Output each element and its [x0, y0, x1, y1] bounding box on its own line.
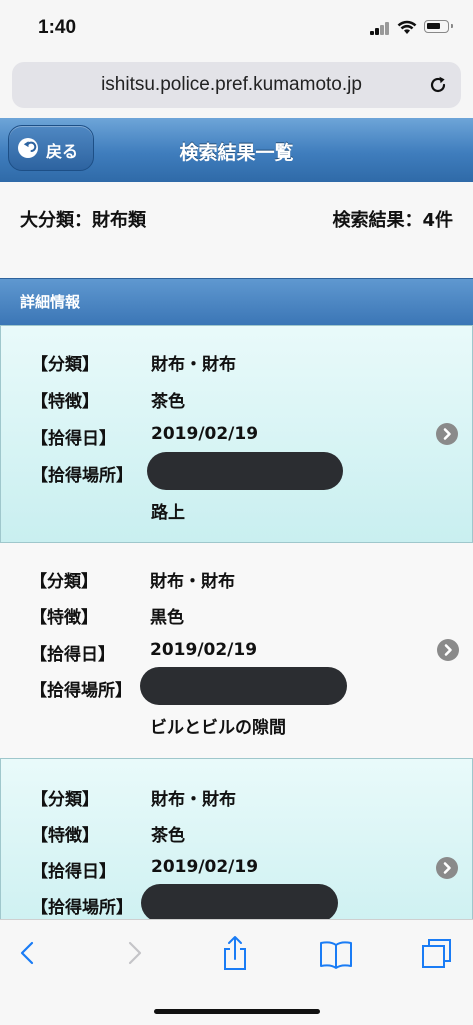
battery-icon — [424, 20, 453, 33]
reload-icon[interactable] — [427, 74, 449, 96]
page-title: 検索結果一覧 — [179, 142, 294, 164]
bookmarks-icon[interactable] — [319, 935, 353, 971]
redacted-location — [140, 667, 347, 705]
class-key: 【分類】 — [30, 572, 98, 592]
browser-address-area: ishitsu.police.pref.kumamoto.jp — [0, 58, 473, 119]
class-key: 【分類】 — [31, 790, 99, 810]
forward-icon — [128, 941, 142, 965]
address-bar[interactable]: ishitsu.police.pref.kumamoto.jp — [12, 62, 461, 108]
feature-key: 【特徴】 — [30, 608, 98, 628]
date-key: 【拾得日】 — [30, 645, 115, 665]
class-key: 【分類】 — [31, 355, 99, 375]
result-list: 【分類】 財布・財布 【特徴】 茶色 【拾得日】 2019/02/19 【拾得場… — [0, 325, 473, 919]
feature-key: 【特徴】 — [31, 392, 99, 412]
date-value: 2019/02/19 — [151, 857, 259, 877]
date-key: 【拾得日】 — [31, 862, 116, 882]
page-header: 戻る 検索結果一覧 — [0, 118, 473, 183]
url-text[interactable]: ishitsu.police.pref.kumamoto.jp — [12, 74, 421, 96]
chevron-right-circle-icon[interactable] — [436, 857, 458, 879]
share-icon[interactable] — [218, 935, 252, 971]
feature-value: 茶色 — [151, 826, 185, 846]
class-value: 財布・財布 — [151, 355, 236, 375]
list-item[interactable]: 【分類】 財布・財布 【特徴】 茶色 【拾得日】 2019/02/19 【拾得場… — [0, 325, 473, 543]
list-item[interactable]: 【分類】 財布・財布 【特徴】 茶色 【拾得日】 2019/02/19 【拾得場… — [0, 758, 473, 919]
date-value: 2019/02/19 — [150, 640, 258, 660]
chevron-right-circle-icon[interactable] — [436, 423, 458, 445]
redacted-location — [141, 884, 338, 919]
feature-value: 茶色 — [151, 392, 185, 412]
search-summary: 大分類：財布類 検索結果：4件 — [0, 182, 473, 278]
date-value: 2019/02/19 — [151, 424, 259, 444]
place-key: 【拾得場所】 — [31, 466, 133, 486]
place-detail: 路上 — [151, 503, 185, 523]
browser-toolbar — [0, 919, 473, 1025]
list-item[interactable]: 【分類】 財布・財布 【特徴】 黒色 【拾得日】 2019/02/19 【拾得場… — [0, 543, 473, 760]
status-time: 1:40 — [38, 17, 77, 38]
place-detail: ビルとビルの隙間 — [150, 718, 286, 738]
place-key: 【拾得場所】 — [31, 898, 133, 918]
wifi-icon — [397, 20, 417, 34]
feature-value: 黒色 — [150, 608, 184, 628]
category-label: 大分類：財布類 — [20, 210, 146, 231]
section-title: 詳細情報 — [20, 293, 81, 311]
back-icon[interactable] — [12, 935, 46, 971]
class-value: 財布・財布 — [151, 790, 236, 810]
status-bar: 1:40 — [0, 0, 473, 58]
cellular-signal-icon — [370, 22, 390, 35]
result-count: 検索結果：4件 — [332, 210, 453, 231]
home-indicator — [154, 1009, 320, 1014]
feature-key: 【特徴】 — [31, 826, 99, 846]
tabs-icon[interactable] — [420, 935, 454, 971]
class-value: 財布・財布 — [150, 572, 235, 592]
place-key: 【拾得場所】 — [30, 681, 132, 701]
chevron-right-circle-icon[interactable] — [437, 639, 459, 661]
redacted-location — [147, 452, 343, 490]
section-header: 詳細情報 — [0, 278, 473, 326]
date-key: 【拾得日】 — [31, 429, 116, 449]
